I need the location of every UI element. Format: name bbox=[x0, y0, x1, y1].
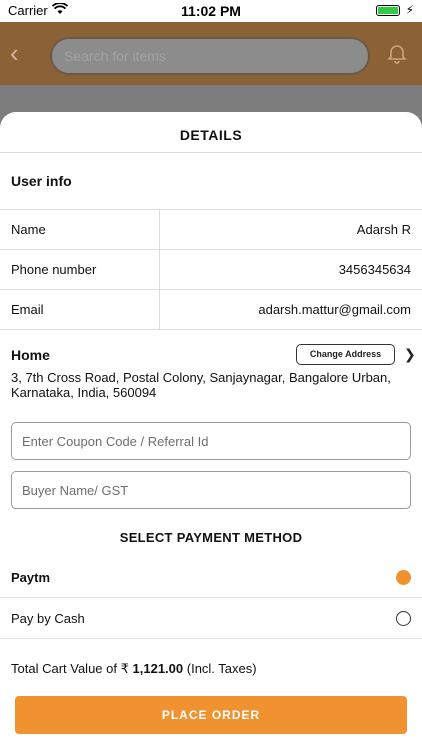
payment-option-label: Paytm bbox=[11, 570, 51, 585]
background-header: ‹ Search for items bbox=[0, 22, 422, 85]
coupon-field[interactable] bbox=[11, 422, 411, 460]
user-info-heading: User info bbox=[0, 153, 422, 210]
sheet-title: DETAILS bbox=[179, 127, 243, 143]
name-value: Adarsh R bbox=[356, 222, 411, 237]
details-sheet: DETAILS User info Name Adarsh R Phone nu… bbox=[0, 112, 422, 750]
bell-icon[interactable] bbox=[386, 42, 408, 64]
change-address-button[interactable]: Change Address bbox=[296, 344, 395, 365]
buyer-gst-input[interactable] bbox=[12, 472, 410, 508]
table-row: Phone number 3456345634 bbox=[0, 250, 422, 290]
total-cart-value: Total Cart Value of ₹ 1,121.00 (Incl. Ta… bbox=[11, 661, 257, 677]
user-info-table: User info Name Adarsh R Phone number 345… bbox=[0, 152, 422, 330]
email-label: Email bbox=[0, 290, 160, 329]
email-value: adarsh.mattur@gmail.com bbox=[258, 302, 411, 317]
address-text: 3, 7th Cross Road, Postal Colony, Sanjay… bbox=[11, 370, 391, 400]
search-bar[interactable]: Search for items bbox=[50, 37, 370, 75]
place-order-button[interactable]: PLACE ORDER bbox=[15, 696, 407, 734]
payment-option-paytm[interactable]: Paytm bbox=[0, 558, 422, 598]
phone-label: Phone number bbox=[0, 250, 160, 289]
address-title: Home bbox=[11, 347, 50, 363]
radio-unselected-icon[interactable] bbox=[396, 611, 411, 626]
radio-selected-icon[interactable] bbox=[396, 570, 411, 585]
back-arrow-icon[interactable]: ‹ bbox=[10, 38, 19, 69]
table-row: Name Adarsh R bbox=[0, 210, 422, 250]
charging-icon: ⚡ bbox=[405, 3, 414, 17]
name-label: Name bbox=[0, 210, 160, 249]
phone-value: 3456345634 bbox=[338, 262, 411, 277]
buyer-gst-field[interactable] bbox=[11, 471, 411, 509]
battery-icon bbox=[376, 5, 400, 16]
payment-method-title: SELECT PAYMENT METHOD bbox=[119, 530, 303, 545]
payment-option-cash[interactable]: Pay by Cash bbox=[0, 599, 422, 639]
total-amount: 1,121.00 bbox=[132, 661, 184, 676]
rupee-symbol: ₹ bbox=[120, 661, 129, 676]
chevron-right-icon[interactable]: ❯ bbox=[404, 346, 416, 363]
table-row: Email adarsh.mattur@gmail.com bbox=[0, 290, 422, 330]
coupon-input[interactable] bbox=[12, 423, 410, 459]
total-prefix: Total Cart Value of bbox=[11, 661, 117, 676]
payment-option-label: Pay by Cash bbox=[11, 611, 85, 626]
clock: 11:02 PM bbox=[181, 3, 241, 19]
status-bar: Carrier 11:02 PM ⚡ bbox=[0, 0, 422, 22]
total-suffix: (Incl. Taxes) bbox=[186, 661, 257, 676]
